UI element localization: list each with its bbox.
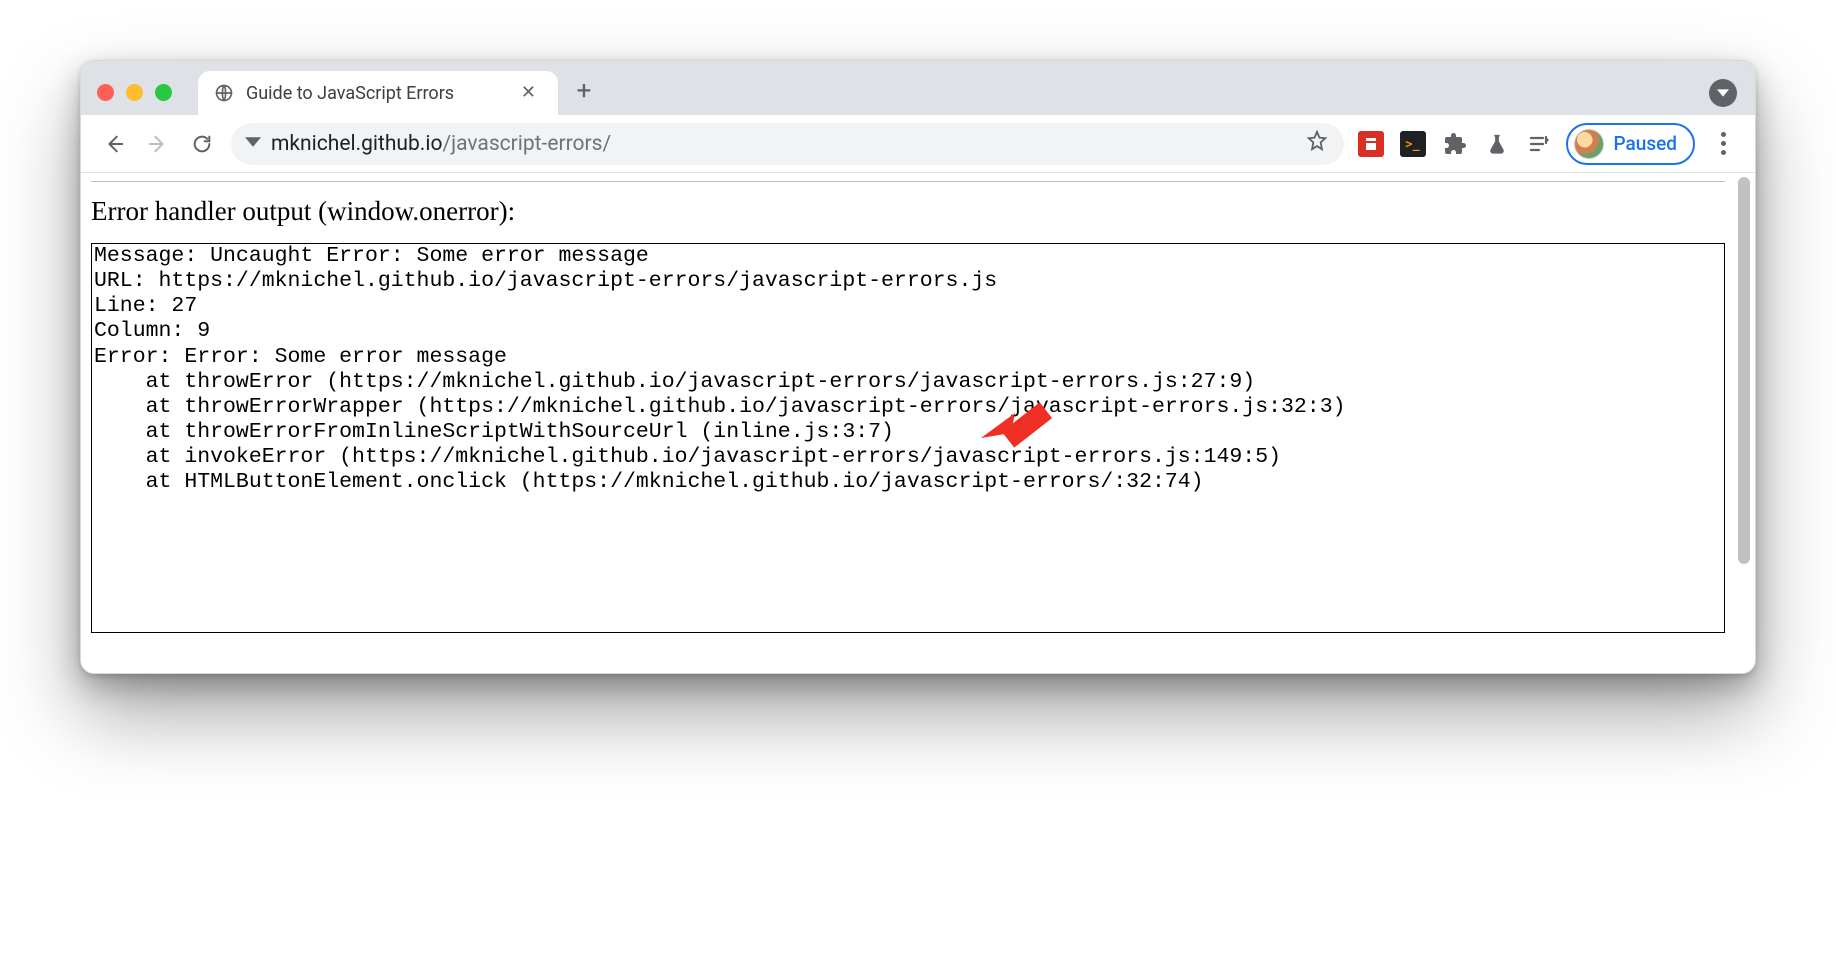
close-tab-button[interactable]: ✕ — [517, 82, 540, 104]
forward-button[interactable] — [143, 129, 173, 159]
error-line: at throwErrorWrapper (https://mknichel.g… — [94, 395, 1346, 419]
error-line: at invokeError (https://mknichel.github.… — [94, 445, 1281, 469]
labs-icon[interactable] — [1484, 131, 1510, 157]
extension-icon-2[interactable] — [1400, 131, 1426, 157]
url-text: mknichel.github.io/javascript-errors/ — [271, 132, 1296, 156]
profile-status: Paused — [1614, 132, 1678, 155]
back-button[interactable] — [99, 129, 129, 159]
error-line: Message: Uncaught Error: Some error mess… — [94, 244, 649, 268]
extensions-button[interactable] — [1442, 131, 1468, 157]
fullscreen-window-button[interactable] — [155, 84, 172, 101]
avatar — [1574, 129, 1604, 159]
error-line: at throwErrorFromInlineScriptWithSourceU… — [94, 420, 894, 444]
reading-list-icon[interactable] — [1526, 131, 1552, 157]
error-output-box: Message: Uncaught Error: Some error mess… — [91, 243, 1725, 633]
viewport: Error handler output (window.onerror): M… — [81, 173, 1755, 673]
chrome-menu-button[interactable] — [1709, 132, 1737, 155]
section-heading: Error handler output (window.onerror): — [91, 196, 1725, 227]
tab-search-button[interactable] — [1709, 79, 1737, 107]
page-content: Error handler output (window.onerror): M… — [81, 173, 1735, 673]
window-controls — [97, 84, 172, 101]
divider — [91, 181, 1725, 182]
active-tab[interactable]: Guide to JavaScript Errors ✕ — [198, 71, 558, 115]
error-line: URL: https://mknichel.github.io/javascri… — [94, 269, 997, 293]
error-line: Line: 27 — [94, 294, 197, 318]
bookmark-star-icon[interactable] — [1306, 130, 1328, 158]
error-line: Error: Error: Some error message — [94, 345, 507, 369]
extension-icon-1[interactable] — [1358, 131, 1384, 157]
tab-title: Guide to JavaScript Errors — [246, 83, 505, 104]
toolbar: mknichel.github.io/javascript-errors/ — [81, 115, 1755, 173]
error-line: at throwError (https://mknichel.github.i… — [94, 370, 1255, 394]
browser-window: Guide to JavaScript Errors ✕ + — [80, 60, 1756, 674]
reload-button[interactable] — [187, 129, 217, 159]
minimize-window-button[interactable] — [126, 84, 143, 101]
scrollbar-thumb[interactable] — [1738, 177, 1750, 564]
new-tab-button[interactable]: + — [568, 75, 600, 107]
tab-strip: Guide to JavaScript Errors ✕ + — [81, 61, 1755, 115]
error-line: Column: 9 — [94, 319, 210, 343]
address-bar[interactable]: mknichel.github.io/javascript-errors/ — [231, 123, 1344, 165]
error-line: at HTMLButtonElement.onclick (https://mk… — [94, 470, 1204, 494]
profile-button[interactable]: Paused — [1566, 123, 1696, 165]
vertical-scrollbar[interactable] — [1735, 175, 1753, 671]
site-info-button[interactable] — [245, 132, 261, 156]
extensions-row — [1358, 131, 1552, 157]
close-window-button[interactable] — [97, 84, 114, 101]
globe-icon — [214, 83, 234, 103]
